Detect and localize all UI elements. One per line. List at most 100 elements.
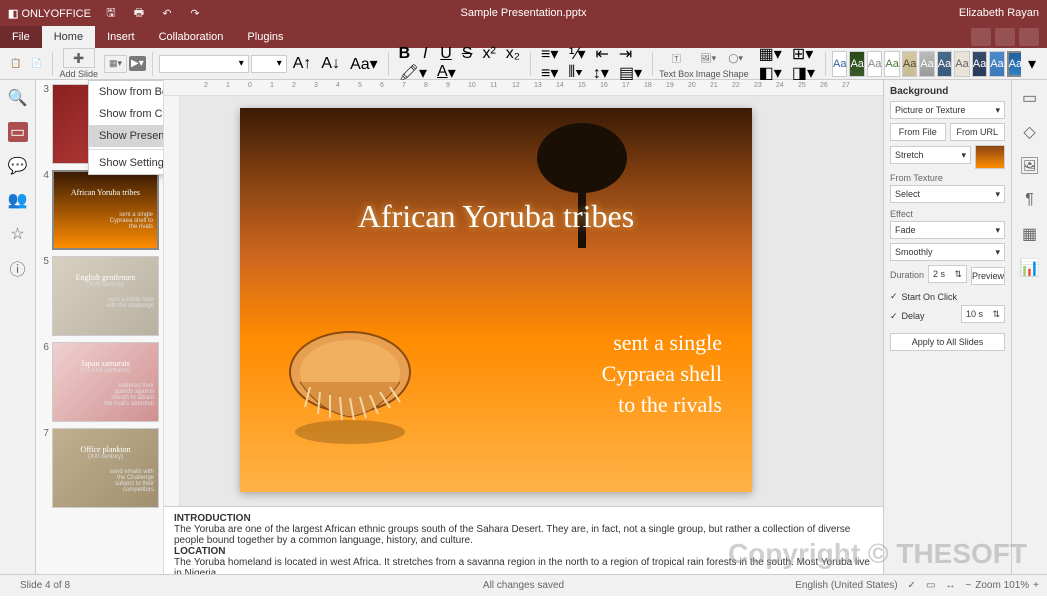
inc-font-button[interactable]: A↑ — [289, 55, 316, 73]
redo-icon[interactable]: ↷ — [187, 5, 203, 21]
dropdown-item-3[interactable]: Show Settings — [89, 152, 164, 174]
font-size-combo[interactable]: ▾ — [251, 55, 287, 73]
feedback-icon[interactable]: ☆ — [8, 224, 28, 244]
save-icon[interactable]: 🖫 — [103, 5, 119, 21]
theme-3[interactable]: Aa — [884, 51, 899, 77]
italic-button[interactable]: I — [416, 45, 434, 63]
slide-title-text[interactable]: African Yoruba tribes — [240, 198, 752, 235]
dec-font-button[interactable]: A↓ — [317, 55, 344, 73]
inc-indent-button[interactable]: ⇥ — [615, 45, 636, 63]
dropdown-item-1[interactable]: Show from Current Slide — [89, 103, 164, 125]
slide-canvas[interactable]: African Yoruba tribes sent a singleCypra… — [180, 96, 883, 506]
strike-button[interactable]: S — [458, 45, 477, 63]
texture-combo[interactable]: Select▾ — [890, 185, 1005, 203]
theme-2[interactable]: Aa — [867, 51, 882, 77]
dec-indent-button[interactable]: ⇤ — [592, 45, 613, 63]
about-icon[interactable]: ⓘ — [8, 258, 28, 278]
super-button[interactable]: x² — [478, 45, 499, 63]
share-icon[interactable] — [971, 28, 991, 46]
theme-8[interactable]: Aa — [972, 51, 987, 77]
theme-4[interactable]: Aa — [902, 51, 917, 77]
current-slide[interactable]: African Yoruba tribes sent a singleCypra… — [240, 108, 752, 492]
text-settings-icon[interactable]: ¶ — [1020, 190, 1040, 210]
menu-file[interactable]: File — [0, 26, 42, 48]
add-slide-button[interactable]: ➕ — [63, 48, 95, 68]
user-name[interactable]: Elizabeth Rayan — [959, 7, 1039, 19]
bullets-button[interactable]: ≡▾ — [537, 45, 562, 63]
menu-plugins[interactable]: Plugins — [235, 26, 295, 48]
delay-input[interactable]: 10 s⇅ — [961, 305, 1005, 323]
paste-button[interactable]: 📄 — [27, 55, 46, 73]
image-settings-icon[interactable]: 🖼 — [1020, 156, 1040, 176]
document-title: Sample Presentation.pptx — [461, 7, 587, 19]
slide-thumb-6[interactable]: 6Japan samurais(XII-XVII centuries)clatt… — [40, 342, 159, 422]
theme-6[interactable]: Aa — [937, 51, 952, 77]
theme-10[interactable]: Aa — [1007, 51, 1021, 77]
menu-collaboration[interactable]: Collaboration — [147, 26, 236, 48]
print-icon[interactable]: 🖶 — [131, 5, 147, 21]
apply-all-button[interactable]: Apply to All Slides — [890, 333, 1005, 351]
zoom-out-button[interactable]: − — [965, 580, 971, 591]
numbering-button[interactable]: ⅟▾ — [564, 45, 589, 63]
delay-check[interactable]: ✓ Delay 10 s⇅ — [890, 305, 1005, 327]
theme-5[interactable]: Aa — [919, 51, 934, 77]
ruler-horizontal[interactable]: 2101234567891011121314151617181920212223… — [164, 80, 883, 96]
chart-settings-icon[interactable]: 📊 — [1020, 258, 1040, 278]
dropdown-item-2[interactable]: Show Presenter View — [89, 125, 164, 147]
zoom-level[interactable]: Zoom 101% — [975, 580, 1029, 591]
change-case-button[interactable]: Aa▾ — [346, 55, 382, 73]
stretch-combo[interactable]: Stretch▾ — [890, 146, 971, 164]
fit-width-icon[interactable]: ↔ — [945, 580, 955, 591]
sub-button[interactable]: x₂ — [502, 45, 524, 63]
effect-combo[interactable]: Fade▾ — [890, 221, 1005, 239]
properties-panel: Background Picture or Texture▾ From File… — [883, 80, 1011, 574]
fill-type-combo[interactable]: Picture or Texture▾ — [890, 101, 1005, 119]
table-settings-icon[interactable]: ▦ — [1020, 224, 1040, 244]
from-url-button[interactable]: From URL — [950, 123, 1006, 141]
slide-thumb-7[interactable]: 7Office plankton(XXI century)send emails… — [40, 428, 159, 508]
fit-page-icon[interactable]: ▭ — [926, 580, 935, 591]
slide-thumb-5[interactable]: 5English gentlemen(XVII century)sent a p… — [40, 256, 159, 336]
layout-button[interactable]: ▦▾ — [104, 55, 127, 73]
theme-0[interactable]: Aa — [832, 51, 847, 77]
text-box-button[interactable]: 🅃 — [667, 48, 685, 68]
effect-subtype-combo[interactable]: Smoothly▾ — [890, 243, 1005, 261]
view-icon[interactable] — [995, 28, 1015, 46]
theme-more-button[interactable]: ▾ — [1023, 55, 1041, 73]
play-button[interactable]: ▶▾ — [129, 56, 146, 71]
slide-settings-icon[interactable]: ▭ — [1020, 88, 1040, 108]
bold-button[interactable]: B — [395, 45, 415, 63]
shape-button[interactable]: ◯▾ — [724, 48, 747, 68]
duration-input[interactable]: 2 s⇅ — [928, 265, 967, 283]
shape-settings-icon[interactable]: ◇ — [1020, 122, 1040, 142]
from-file-button[interactable]: From File — [890, 123, 946, 141]
undo-icon[interactable]: ↶ — [159, 5, 175, 21]
notes-panel[interactable]: INTRODUCTION The Yoruba are one of the l… — [164, 506, 883, 574]
spellcheck-icon[interactable]: ✓ — [908, 580, 916, 591]
font-family-combo[interactable]: ▾ — [159, 55, 249, 73]
slideshow-dropdown: Show from BeginningShow from Current Sli… — [88, 80, 164, 175]
menu-icon[interactable] — [1019, 28, 1039, 46]
copy-button[interactable]: 📋 — [6, 55, 25, 73]
language-selector[interactable]: English (United States) — [795, 580, 897, 591]
chat-icon[interactable]: 👥 — [8, 190, 28, 210]
slide-body-text[interactable]: sent a singleCypraea shellto the rivals — [602, 328, 722, 420]
ruler-vertical[interactable] — [164, 96, 180, 506]
start-on-click-check[interactable]: ✓ Start On Click — [890, 291, 1005, 302]
slide-thumb-4[interactable]: 4African Yoruba tribessent a single Cypr… — [40, 170, 159, 250]
preview-button[interactable]: Preview — [971, 267, 1005, 285]
menu-insert[interactable]: Insert — [95, 26, 147, 48]
slides-icon[interactable]: ▭ — [8, 122, 28, 142]
zoom-in-button[interactable]: + — [1033, 580, 1039, 591]
align-button[interactable]: ⊞▾ — [788, 45, 817, 63]
theme-1[interactable]: Aa — [849, 51, 864, 77]
search-icon[interactable]: 🔍 — [8, 88, 28, 108]
image-button[interactable]: 🖼▾ — [696, 48, 720, 68]
menu-home[interactable]: Home — [42, 26, 95, 48]
dropdown-item-0[interactable]: Show from Beginning — [89, 81, 164, 103]
theme-9[interactable]: Aa — [989, 51, 1004, 77]
arrange-button[interactable]: ▦▾ — [755, 45, 786, 63]
underline-button[interactable]: U — [436, 45, 456, 63]
comments-icon[interactable]: 💬 — [8, 156, 28, 176]
theme-7[interactable]: Aa — [954, 51, 969, 77]
